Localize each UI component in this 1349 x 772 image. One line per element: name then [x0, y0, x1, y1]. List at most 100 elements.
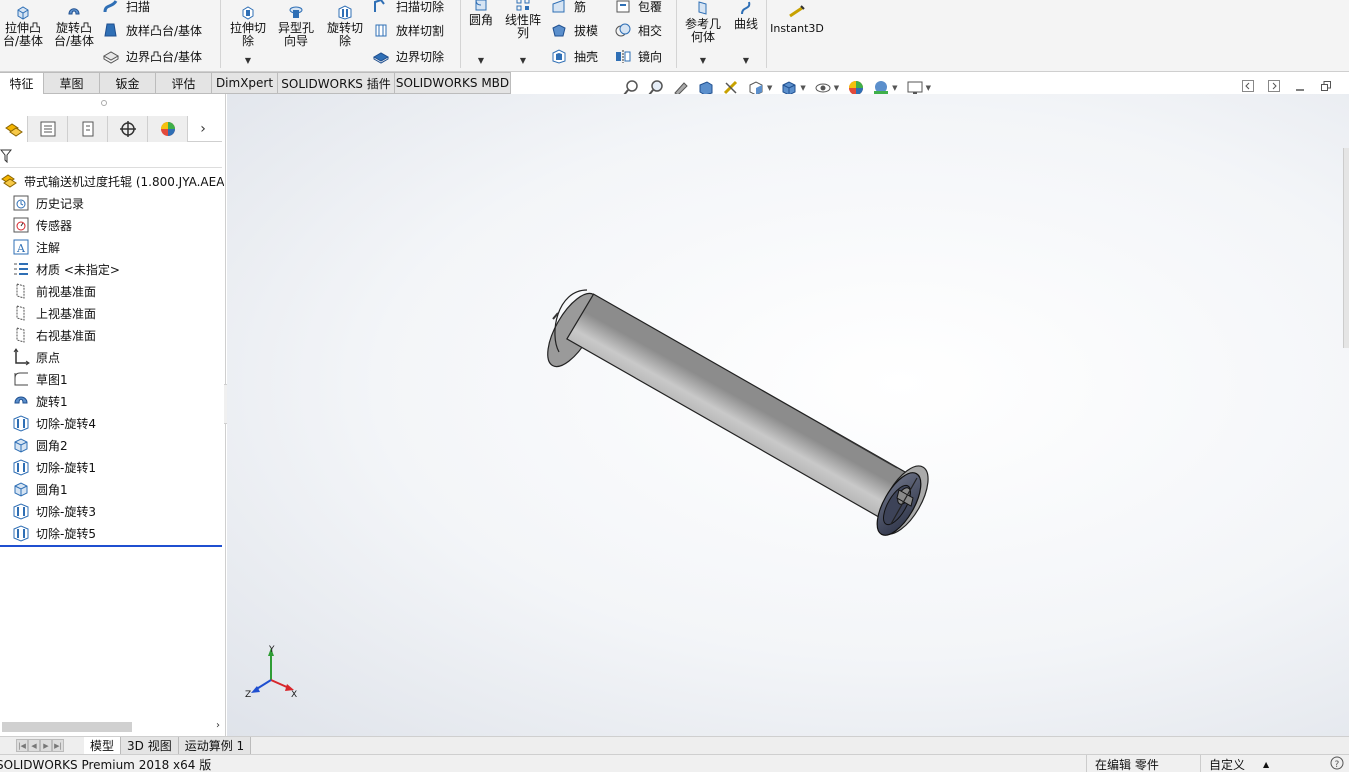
- tab-model[interactable]: 模型: [84, 737, 122, 754]
- loft-boss-button[interactable]: 放样凸台/基体: [102, 20, 202, 40]
- revolve-cut-button[interactable]: 旋转切 除: [322, 4, 368, 48]
- tree-item[interactable]: A 注解: [0, 236, 224, 258]
- sweep-button[interactable]: 扫描: [102, 0, 150, 16]
- tab-dimxpert[interactable]: DimXpert: [212, 72, 278, 94]
- tree-item[interactable]: 切除-旋转5: [0, 522, 224, 544]
- property-manager-tab[interactable]: [28, 116, 68, 142]
- tree-item[interactable]: 圆角2: [0, 434, 224, 456]
- tree-horizontal-scrollbar[interactable]: ›: [0, 720, 222, 734]
- extrude-boss-button[interactable]: 拉伸凸 台/基体: [0, 4, 46, 48]
- fillet-icon: [14, 482, 28, 497]
- help-icon[interactable]: ?: [1330, 756, 1344, 770]
- tab-sketch[interactable]: 草图: [44, 72, 100, 94]
- view-settings-dropdown-icon[interactable]: ▼: [926, 84, 931, 92]
- first-tab-icon[interactable]: |◀: [16, 739, 28, 752]
- revolve-boss-button[interactable]: 旋转凸 台/基体: [50, 4, 98, 48]
- filter-icon[interactable]: [0, 149, 12, 163]
- scroll-right-icon[interactable]: ›: [216, 720, 220, 731]
- part-icon: [1, 174, 17, 188]
- tree-root-part[interactable]: 带式输送机过度托辊 (1.800.JYA.AEA-4: [0, 170, 224, 192]
- tree-item[interactable]: 原点: [0, 346, 224, 368]
- tab-sheet-metal[interactable]: 钣金: [100, 72, 156, 94]
- minimize-icon[interactable]: [1292, 78, 1308, 94]
- ribbon-separator: [220, 0, 221, 68]
- graphics-area[interactable]: Y X Z: [227, 94, 1349, 736]
- sweep-cut-button[interactable]: 扫描切除: [372, 0, 444, 16]
- fillet-button[interactable]: 圆角 ▼: [464, 0, 498, 65]
- hide-show-dropdown-icon[interactable]: ▼: [834, 84, 839, 92]
- revolve-icon: [14, 396, 28, 404]
- tab-features[interactable]: 特征: [0, 72, 44, 94]
- scrollbar-thumb[interactable]: [2, 722, 132, 732]
- tree-item[interactable]: 前视基准面: [0, 280, 224, 302]
- shell-button[interactable]: 抽壳: [550, 46, 598, 66]
- loft-cut-button[interactable]: 放样切割: [372, 20, 444, 40]
- tab-solidworks-addins[interactable]: SOLIDWORKS 插件: [278, 72, 395, 94]
- linear-pattern-icon: [516, 0, 530, 11]
- tab-solidworks-mbd[interactable]: SOLIDWORKS MBD: [395, 72, 511, 94]
- configuration-manager-tab[interactable]: [68, 116, 108, 142]
- tree-item-label: 上视基准面: [36, 306, 97, 321]
- tree-item[interactable]: 传感器: [0, 214, 224, 236]
- tree-item-label: 右视基准面: [36, 328, 97, 343]
- status-bar: SOLIDWORKS Premium 2018 x64 版 在编辑 零件 自定义…: [0, 754, 1349, 772]
- tree-item-label: 注解: [36, 240, 61, 255]
- linear-pattern-button[interactable]: 线性阵 列 ▼: [502, 0, 544, 65]
- tree-item[interactable]: 切除-旋转4: [0, 412, 224, 434]
- rib-button[interactable]: 筋: [550, 0, 586, 16]
- display-manager-tab[interactable]: [148, 116, 188, 142]
- tree-item[interactable]: 圆角1: [0, 478, 224, 500]
- tree-item[interactable]: 右视基准面: [0, 324, 224, 346]
- view-orientation-dropdown-icon[interactable]: ▼: [767, 84, 772, 92]
- unit-system-selector[interactable]: 自定义 ▲: [1200, 755, 1300, 772]
- tree-item[interactable]: 切除-旋转3: [0, 500, 224, 522]
- tab-evaluate[interactable]: 评估: [156, 72, 212, 94]
- panel-grip[interactable]: [101, 100, 107, 106]
- extrude-cut-dropdown-icon[interactable]: ▼: [245, 54, 251, 67]
- last-tab-icon[interactable]: ▶|: [52, 739, 64, 752]
- panel-right-icon[interactable]: [1266, 78, 1282, 94]
- feature-manager-tab[interactable]: [0, 116, 28, 142]
- tree-item[interactable]: 切除-旋转1: [0, 456, 224, 478]
- tree-item[interactable]: 历史记录: [0, 192, 224, 214]
- restore-icon[interactable]: [1318, 78, 1334, 94]
- instant3d-button[interactable]: Instant3D: [770, 4, 824, 35]
- tree-item[interactable]: 草图1: [0, 368, 224, 390]
- tab-3d-views[interactable]: 3D 视图: [121, 737, 179, 754]
- display-style-dropdown-icon[interactable]: ▼: [800, 84, 805, 92]
- roller-model[interactable]: Y X Z: [227, 94, 1349, 736]
- draft-button[interactable]: 拔模: [550, 20, 598, 40]
- reference-geometry-button[interactable]: 参考几 何体 ▼: [680, 0, 726, 65]
- dimxpert-manager-icon: [119, 121, 136, 137]
- intersect-button[interactable]: 相交: [614, 20, 662, 40]
- tree-filter-row[interactable]: [0, 144, 222, 168]
- curves-dropdown-icon[interactable]: ▼: [743, 54, 749, 67]
- apply-scene-dropdown-icon[interactable]: ▼: [892, 84, 897, 92]
- tree-item[interactable]: 旋转1: [0, 390, 224, 412]
- hole-wizard-button[interactable]: 异型孔 向导: [274, 4, 318, 48]
- tree-item[interactable]: 上视基准面: [0, 302, 224, 324]
- previous-tab-icon[interactable]: ◀: [28, 739, 40, 752]
- rollback-bar[interactable]: [0, 545, 222, 547]
- roller-tube[interactable]: [566, 293, 918, 525]
- viewport-scrollbar[interactable]: [1343, 148, 1349, 348]
- boundary-cut-icon: [372, 52, 390, 64]
- reference-geometry-dropdown-icon[interactable]: ▼: [700, 54, 706, 67]
- unit-system-up-icon[interactable]: ▲: [1263, 760, 1269, 769]
- panel-left-icon[interactable]: [1240, 78, 1256, 94]
- fillet-dropdown-icon[interactable]: ▼: [478, 54, 484, 67]
- extrude-cut-button[interactable]: 拉伸切 除 ▼: [226, 4, 270, 65]
- curves-label: 曲线: [733, 17, 758, 31]
- wrap-button[interactable]: 包覆: [614, 0, 662, 16]
- boundary-boss-button[interactable]: 边界凸台/基体: [102, 46, 202, 66]
- next-tab-icon[interactable]: ▶: [40, 739, 52, 752]
- dimxpert-manager-tab[interactable]: [108, 116, 148, 142]
- more-tabs-chevron-icon[interactable]: ›: [188, 116, 218, 141]
- tree-item[interactable]: 材质 <未指定>: [0, 258, 224, 280]
- tab-motion-study-1[interactable]: 运动算例 1: [178, 737, 252, 754]
- linear-pattern-dropdown-icon[interactable]: ▼: [520, 54, 526, 67]
- boundary-cut-button[interactable]: 边界切除: [372, 46, 444, 66]
- curves-button[interactable]: 曲线 ▼: [730, 0, 762, 65]
- mirror-button[interactable]: 镜向: [614, 46, 662, 66]
- command-manager-ribbon: 拉伸凸 台/基体 旋转凸 台/基体 扫描 放样凸台/基体 边界凸台/基体 拉伸切…: [0, 0, 1349, 72]
